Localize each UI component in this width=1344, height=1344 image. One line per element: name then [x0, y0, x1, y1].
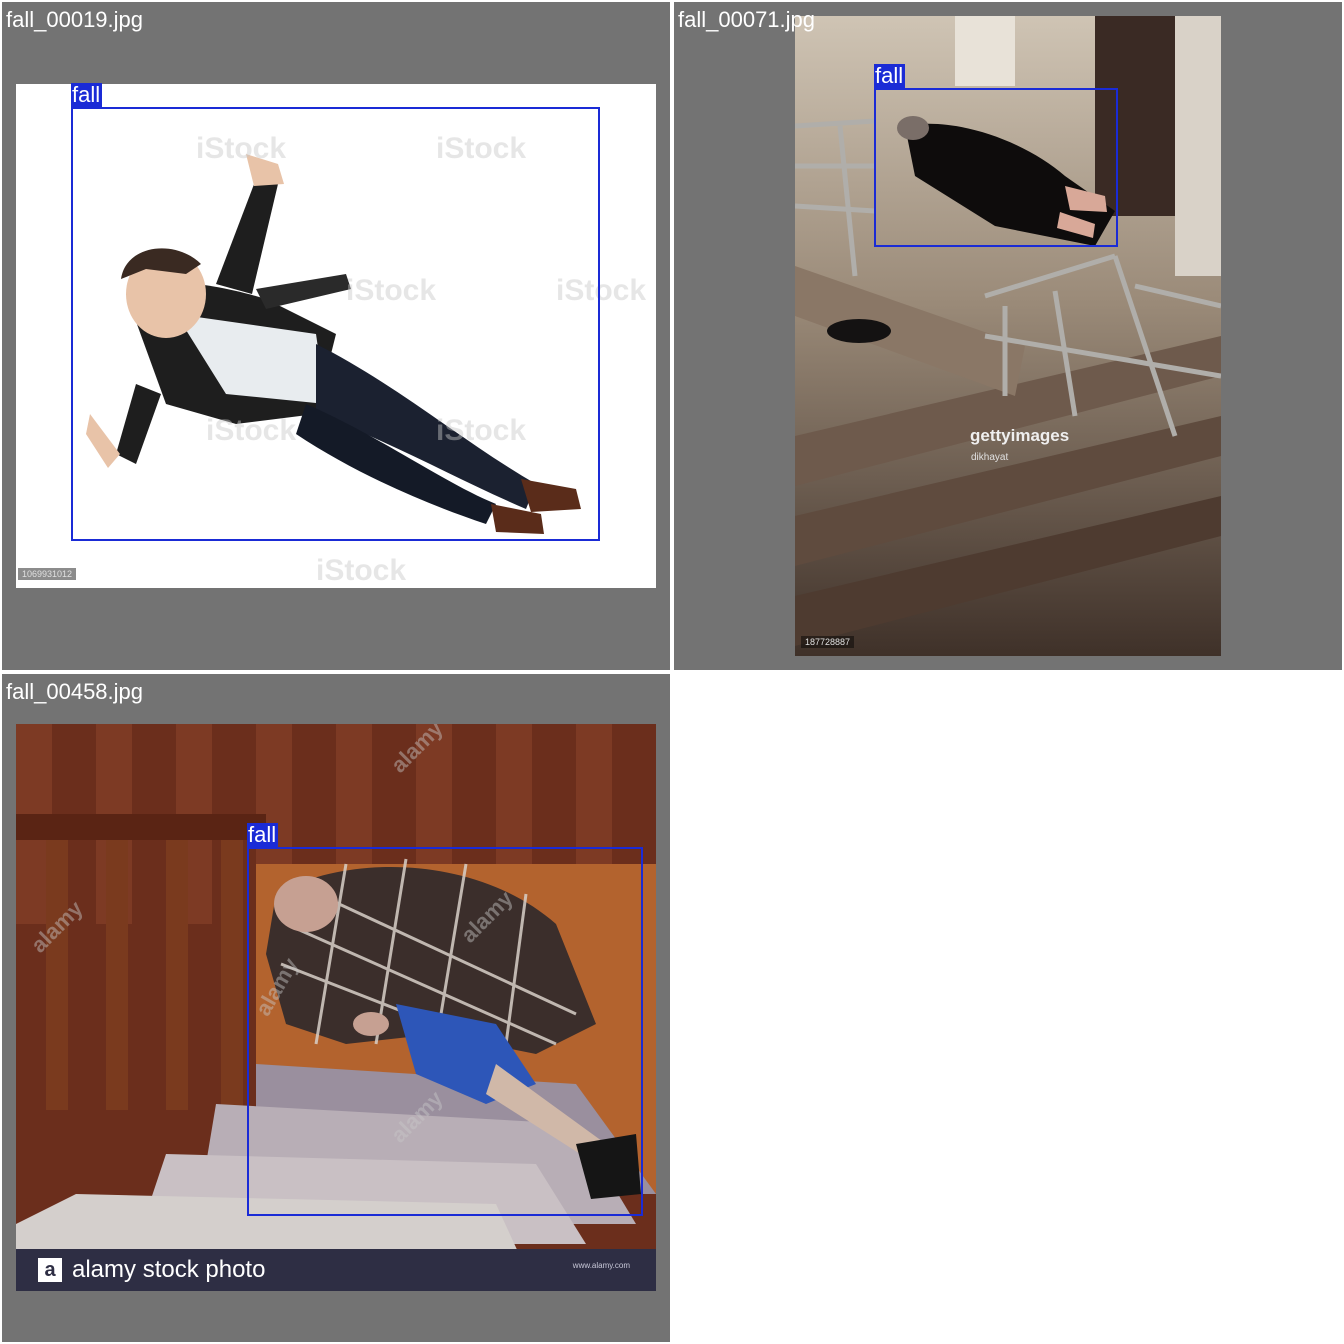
image-grid: fall_00019.jpg iStock iStock iStock iSto… [0, 0, 1344, 1344]
tile-filename: fall_00071.jpg [678, 7, 816, 32]
watermark-getty: gettyimages [970, 426, 1070, 445]
alamy-logo-icon: a [38, 1258, 62, 1282]
detection-bbox: fall [71, 83, 600, 541]
image-tile: fall_00458.jpg alamy alamy alamy alamy a… [2, 674, 670, 1342]
stock-id: 1069931012 [18, 568, 77, 580]
image-tile: fall_00019.jpg iStock iStock iStock iSto… [2, 2, 670, 670]
detection-bbox: fall [247, 823, 643, 1216]
alamy-footer-url: www.alamy.com [572, 1261, 630, 1270]
watermark-credit: dikhayat [971, 452, 1009, 463]
alamy-footer-text: alamy stock photo [72, 1256, 266, 1283]
image-tile: gettyimages dikhayat 187728887 fall_0007… [674, 2, 1342, 670]
detection-bbox: fall [874, 64, 1118, 247]
detection-label: fall [247, 822, 279, 847]
tile-filename: fall_00019.jpg [6, 7, 144, 32]
detection-label: fall [874, 63, 906, 88]
watermark: iStock [316, 554, 407, 587]
alamy-footer: a alamy stock photo www.alamy.com [16, 1249, 656, 1291]
stock-id: 187728887 [801, 636, 855, 648]
tile-filename: fall_00458.jpg [6, 679, 144, 704]
detection-label: fall [71, 82, 103, 107]
